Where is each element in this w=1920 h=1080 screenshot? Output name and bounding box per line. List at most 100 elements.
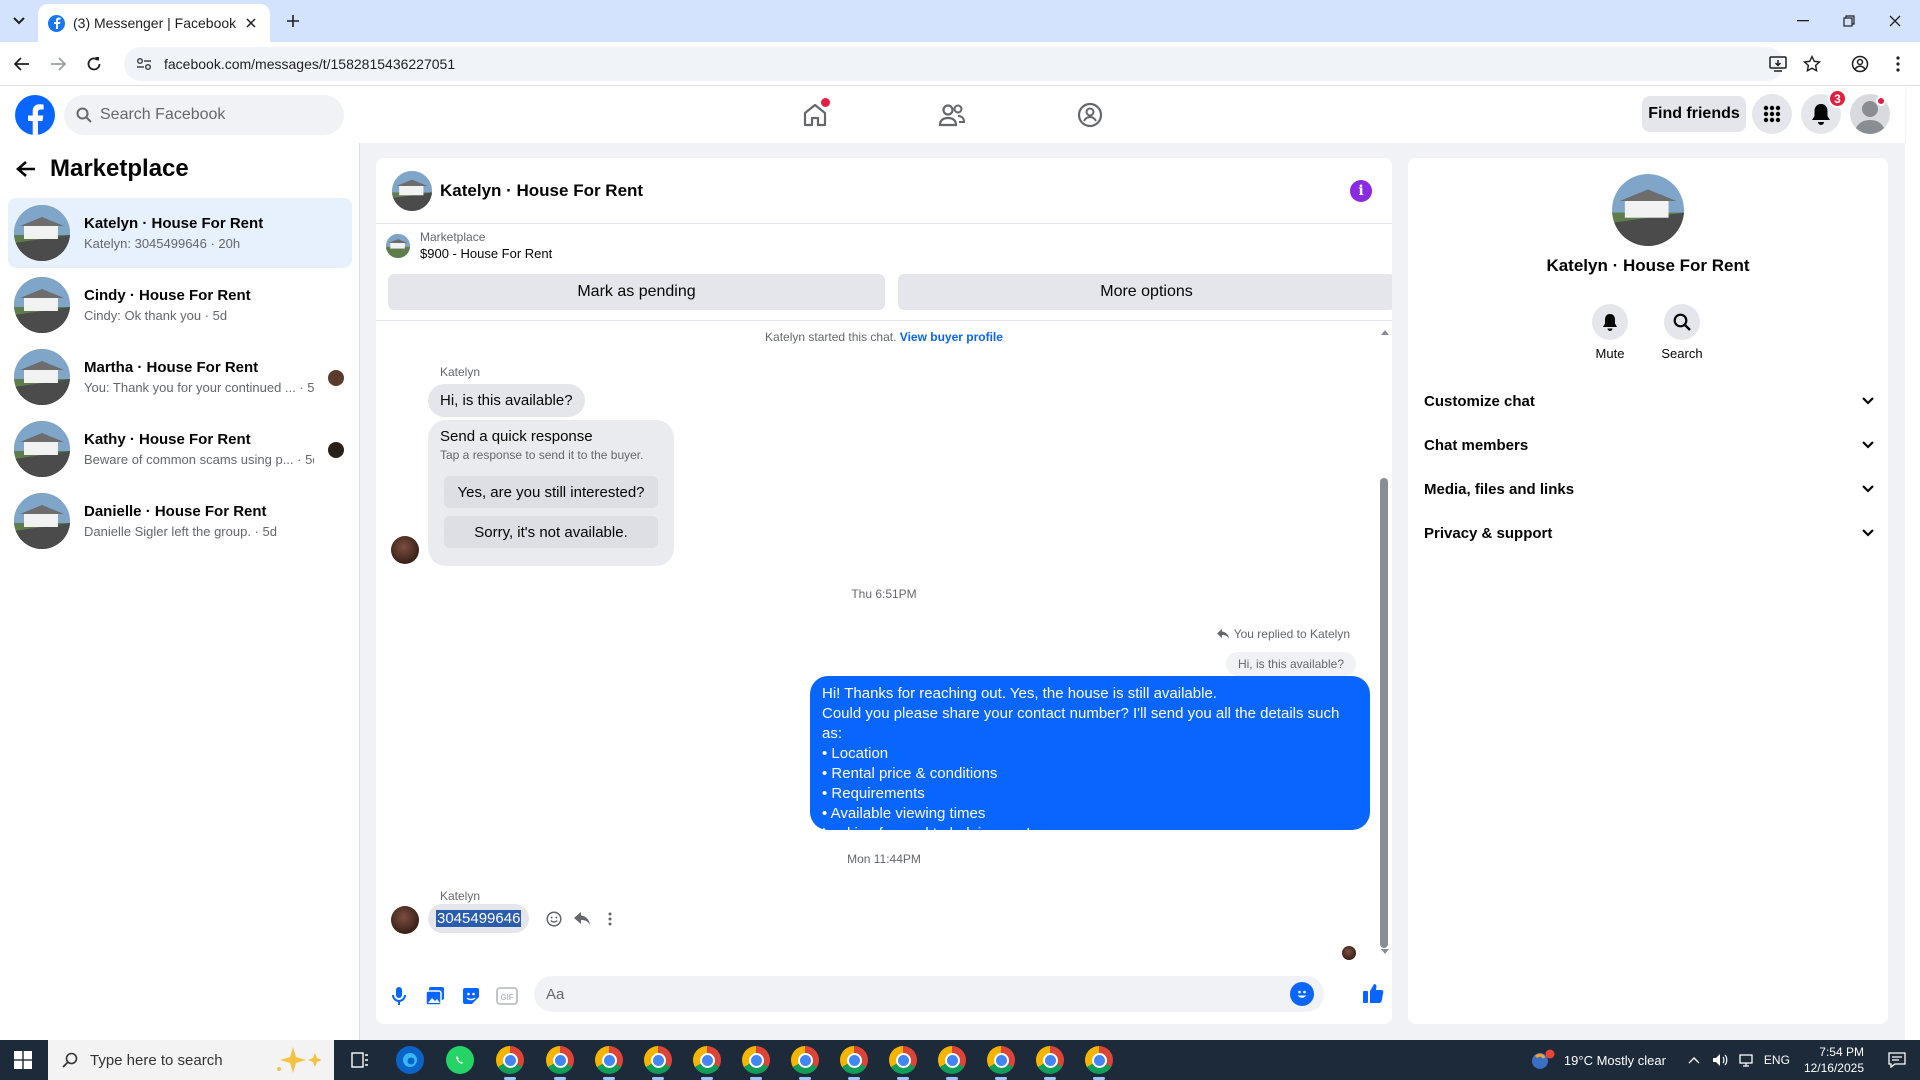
back-arrow-icon[interactable] — [16, 160, 36, 178]
incoming-message[interactable]: 3045499646 — [428, 904, 530, 933]
thumbs-up-icon[interactable] — [1358, 978, 1388, 1008]
sticker-icon[interactable] — [456, 981, 486, 1011]
weather-widget[interactable]: 19°C Mostly clear — [1530, 1049, 1666, 1071]
sender-avatar[interactable] — [391, 906, 419, 934]
microphone-icon[interactable] — [384, 981, 414, 1011]
chrome-app-icon[interactable] — [987, 1046, 1015, 1080]
clock-time: 7:54 PM — [1819, 1045, 1864, 1059]
conversation-avatar[interactable] — [1612, 174, 1684, 246]
chrome-app-icon[interactable] — [1036, 1046, 1064, 1080]
conversation-item[interactable]: Danielle · House For Rent Danielle Sigler… — [8, 486, 352, 556]
customize-chat-row[interactable]: Customize chat — [1424, 381, 1874, 421]
friends-icon[interactable] — [937, 100, 967, 130]
gif-icon[interactable]: GIF — [492, 981, 522, 1011]
whatsapp-app-icon[interactable] — [446, 1046, 474, 1074]
close-tab-icon[interactable] — [242, 14, 260, 32]
info-icon[interactable]: i — [1350, 180, 1372, 202]
bookmark-star-icon[interactable] — [1800, 52, 1824, 76]
more-options-button[interactable]: More options — [898, 274, 1392, 310]
sender-avatar[interactable] — [391, 536, 419, 564]
chrome-app-icon[interactable] — [791, 1046, 819, 1080]
outgoing-message[interactable]: Hi! Thanks for reaching out. Yes, the ho… — [810, 676, 1370, 842]
chrome-app-icon[interactable] — [546, 1046, 574, 1080]
tab-search-icon[interactable] — [8, 10, 30, 32]
windows-start-icon[interactable] — [14, 1051, 32, 1069]
incoming-message[interactable]: Hi, is this available? — [428, 384, 585, 417]
conversation-item[interactable]: Kathy · House For Rent Beware of common s… — [8, 414, 352, 484]
tray-chevron-up-icon[interactable] — [1688, 1056, 1700, 1064]
browser-tab[interactable]: (3) Messenger | Facebook — [38, 4, 270, 42]
chrome-app-icon[interactable] — [496, 1046, 524, 1080]
speaker-icon[interactable] — [1712, 1053, 1728, 1067]
conversation-item[interactable]: Katelyn · House For Rent Katelyn: 3045499… — [8, 198, 352, 268]
chrome-app-icon[interactable] — [742, 1046, 770, 1080]
site-info-icon[interactable] — [136, 57, 152, 71]
chrome-app-icon[interactable] — [938, 1046, 966, 1080]
privacy-support-row[interactable]: Privacy & support — [1424, 513, 1874, 553]
chrome-app-icon[interactable] — [595, 1046, 623, 1080]
close-window-icon[interactable] — [1882, 8, 1908, 34]
chrome-app-icon[interactable] — [644, 1046, 672, 1080]
search-in-chat-button[interactable]: Search — [1652, 304, 1712, 361]
read-receipt-avatar — [328, 370, 344, 386]
conversation-item[interactable]: Martha · House For Rent You: Thank you fo… — [8, 342, 352, 412]
browser-menu-icon[interactable] — [1886, 52, 1910, 76]
quick-reply-yes-button[interactable]: Yes, are you still interested? — [444, 476, 658, 508]
restore-icon[interactable] — [1836, 8, 1862, 34]
back-icon[interactable] — [10, 52, 34, 76]
chrome-app-icon[interactable] — [1085, 1046, 1113, 1080]
facebook-search-input[interactable]: Search Facebook — [64, 95, 344, 135]
minimize-icon[interactable] — [1790, 8, 1816, 34]
view-buyer-profile-link[interactable]: View buyer profile — [900, 330, 1003, 344]
photo-icon[interactable] — [420, 981, 450, 1011]
notifications-center-icon[interactable] — [1888, 1052, 1906, 1068]
sender-name: Katelyn — [440, 889, 481, 903]
chrome-app-icon[interactable] — [889, 1046, 917, 1080]
media-files-links-row[interactable]: Media, files and links — [1424, 469, 1874, 509]
facebook-logo-icon[interactable] — [15, 95, 55, 135]
task-view-icon[interactable] — [346, 1046, 374, 1074]
message-line: Could you please share your contact numb… — [822, 705, 1340, 742]
profile-icon[interactable] — [1848, 52, 1872, 76]
chrome-app-icon[interactable] — [693, 1046, 721, 1080]
more-actions-icon[interactable] — [597, 906, 623, 932]
emoji-icon[interactable] — [1290, 982, 1314, 1006]
quick-reply-no-button[interactable]: Sorry, it's not available. — [444, 516, 658, 548]
chat-details-panel: Katelyn · House For Rent Mute Search Cus… — [1408, 158, 1888, 1024]
listing-thumbnail — [14, 349, 70, 405]
menu-grid-icon[interactable] — [1752, 94, 1792, 134]
url-field[interactable]: facebook.com/messages/t/1582815436227051 — [124, 47, 1784, 81]
clock[interactable]: 7:54 PM 12/16/2025 — [1804, 1044, 1864, 1076]
quick-response-card: Send a quick response Tap a response to … — [428, 420, 674, 566]
react-smiley-icon[interactable] — [541, 906, 567, 932]
forward-icon[interactable] — [46, 52, 70, 76]
chrome-app-icon[interactable] — [840, 1046, 868, 1080]
reload-icon[interactable] — [82, 52, 106, 76]
listing-summary[interactable]: Marketplace $900 - House For Rent — [386, 230, 552, 261]
conversation-name: Cindy · House For Rent — [84, 287, 251, 304]
reply-label: You replied to Katelyn — [1233, 627, 1350, 641]
chat-title[interactable]: Katelyn · House For Rent — [440, 181, 643, 201]
mute-button[interactable]: Mute — [1580, 304, 1640, 361]
chat-thumbnail[interactable] — [392, 170, 432, 211]
taskbar-search-input[interactable]: Type here to search — [48, 1040, 334, 1080]
browser-tab-bar: (3) Messenger | Facebook — [0, 0, 1920, 42]
language-indicator[interactable]: ENG — [1764, 1053, 1790, 1067]
network-icon[interactable] — [1738, 1053, 1754, 1067]
mark-as-pending-button[interactable]: Mark as pending — [388, 274, 885, 310]
conversation-item[interactable]: Cindy · House For Rent Cindy: Ok thank yo… — [8, 270, 352, 340]
conversation-preview: Danielle Sigler left the group. · 5d — [84, 524, 277, 539]
message-input[interactable]: Aa — [534, 976, 1324, 1012]
groups-icon[interactable] — [1075, 100, 1105, 130]
find-friends-button[interactable]: Find friends — [1642, 96, 1746, 132]
row-label: Customize chat — [1424, 392, 1535, 410]
reply-icon[interactable] — [569, 906, 595, 932]
edge-app-icon[interactable] — [396, 1046, 424, 1074]
scroll-down-icon[interactable] — [1380, 948, 1390, 956]
scrollbar-thumb[interactable] — [1380, 478, 1388, 948]
selected-phone-number[interactable]: 3045499646 — [436, 910, 522, 927]
replied-quote[interactable]: Hi, is this available? — [1225, 652, 1356, 676]
new-tab-icon[interactable] — [282, 10, 304, 32]
chat-members-row[interactable]: Chat members — [1424, 425, 1874, 465]
install-app-icon[interactable] — [1766, 52, 1790, 76]
